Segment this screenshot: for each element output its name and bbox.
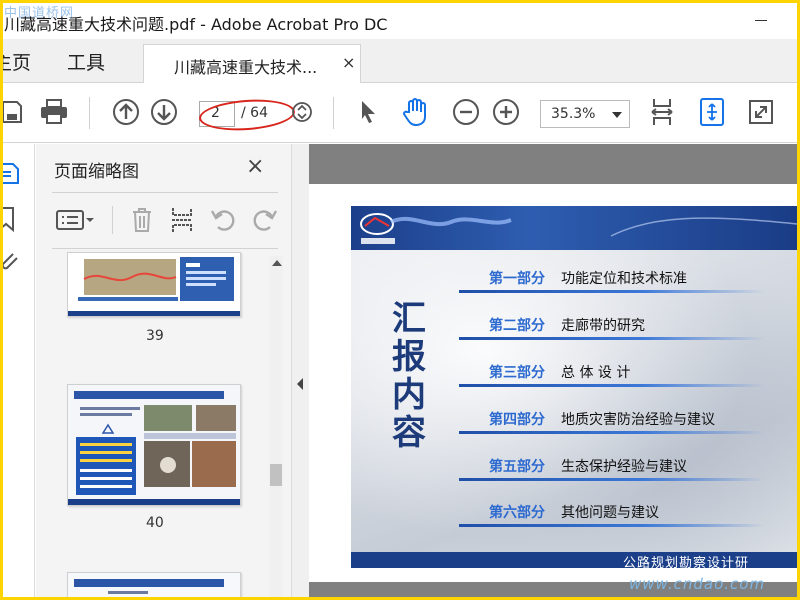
scrollbar-thumb[interactable] [270, 464, 282, 486]
toc-underline [459, 524, 765, 527]
document-tab[interactable]: 川藏高速重大技术... × [143, 44, 361, 83]
delete-page-icon[interactable] [127, 206, 157, 234]
title-char: 汇 [392, 299, 426, 339]
select-cursor-icon[interactable] [353, 97, 383, 127]
toc-part-number: 第四部分 [489, 412, 545, 428]
toc-part-number: 第五部分 [489, 459, 545, 475]
page-thumbnail[interactable] [67, 572, 241, 597]
toc-part-number: 第三部分 [489, 365, 545, 381]
thumbnail-page-number: 39 [146, 328, 164, 344]
rotate-left-icon[interactable] [208, 206, 238, 234]
slide-footer-text: 公路规划勘察设计研 [623, 556, 750, 568]
thumbnail-41-preview [68, 573, 240, 597]
toc-item: 第三部分 总 体 设 计 [459, 362, 765, 396]
zoom-level-select[interactable]: 35.3% [540, 100, 630, 128]
scroll-up-icon[interactable] [272, 260, 282, 266]
toc-part-number: 第六部分 [489, 505, 545, 521]
thumbnail-options-icon[interactable] [54, 206, 96, 234]
thumbnail-pane: 页面缩略图 × 39 40 [36, 144, 291, 597]
slide-header-banner [351, 206, 797, 250]
toc-item: 第六部分 其他问题与建议 [459, 502, 765, 536]
document-view[interactable]: 汇 报 内 容 第一部分 功能定位和技术标准 第二部分 走廊带的研究 第三部分 [309, 144, 797, 597]
slide-big-title: 汇 报 内 容 [389, 300, 429, 452]
window-title: 川藏高速重大技术问题.pdf - Adobe Acrobat Pro DC [4, 15, 388, 34]
watermark-bottom: www.cndao.com [629, 575, 766, 593]
page-thumbnails-icon[interactable] [3, 160, 21, 186]
divider [52, 248, 278, 249]
toolbar-separator [89, 97, 90, 129]
toc-item: 第一部分 功能定位和技术标准 [459, 268, 765, 302]
tab-row: 主页 工具 川藏高速重大技术... × [3, 39, 797, 83]
title-char: 内 [392, 375, 426, 415]
toc-part-title: 功能定位和技术标准 [561, 271, 687, 287]
slide: 汇 报 内 容 第一部分 功能定位和技术标准 第二部分 走廊带的研究 第三部分 [351, 206, 797, 568]
toolbar-separator [112, 206, 113, 234]
bookmark-icon[interactable] [3, 206, 21, 233]
thumbnail-40-preview [68, 385, 240, 505]
pane-close-icon[interactable]: × [246, 154, 264, 179]
print-icon[interactable] [39, 97, 69, 127]
menu-tools[interactable]: 工具 [67, 48, 105, 75]
toolbar: 2 / 64 35.3% [3, 83, 797, 143]
toc-item: 第五部分 生态保护经验与建议 [459, 456, 765, 490]
zoom-value: 35.3% [551, 106, 596, 122]
pane-collapse-handle[interactable] [291, 144, 309, 597]
title-bar: 中国道桥网 川藏高速重大技术问题.pdf - Adobe Acrobat Pro… [3, 3, 797, 39]
toc-part-title: 生态保护经验与建议 [561, 459, 687, 475]
document-tab-label: 川藏高速重大技术... [174, 58, 318, 77]
title-char: 容 [392, 413, 426, 453]
attachment-icon[interactable] [3, 248, 21, 274]
title-char: 报 [392, 337, 426, 377]
next-page-icon[interactable] [149, 97, 179, 127]
toc-underline [459, 337, 765, 340]
hand-tool-icon[interactable] [401, 97, 431, 127]
toc-item: 第四部分 地质灾害防治经验与建议 [459, 409, 765, 443]
zoom-out-icon[interactable] [451, 97, 481, 127]
toc-underline [459, 478, 765, 481]
page-thumbnail[interactable] [67, 252, 241, 317]
tab-close-icon[interactable]: × [342, 53, 355, 72]
fit-page-icon[interactable] [697, 97, 727, 127]
previous-page-icon[interactable] [111, 97, 141, 127]
toc-part-title: 走廊带的研究 [561, 318, 645, 334]
thumbnail-39-preview [68, 253, 240, 316]
thumbnail-scrollbar[interactable] [269, 256, 283, 597]
toc-part-number: 第一部分 [489, 271, 545, 287]
scho-logo-icon [360, 213, 797, 244]
page-thumbnail[interactable] [67, 384, 241, 506]
toolbar-separator [333, 97, 334, 129]
slide-footer-banner: 公路规划勘察设计研 [351, 552, 797, 568]
left-rail [3, 144, 35, 597]
collapse-left-icon[interactable] [297, 378, 303, 390]
toc-part-number: 第二部分 [489, 318, 545, 334]
divider [52, 192, 278, 193]
pdf-page: 汇 报 内 容 第一部分 功能定位和技术标准 第二部分 走廊带的研究 第三部分 [309, 184, 797, 582]
minimize-icon[interactable] [755, 20, 767, 21]
toc-part-title: 其他问题与建议 [561, 505, 659, 521]
acrobat-window: 中国道桥网 川藏高速重大技术问题.pdf - Adobe Acrobat Pro… [3, 3, 797, 597]
toc-part-title: 总 体 设 计 [561, 365, 631, 381]
toc-underline [459, 431, 765, 434]
rotate-right-icon[interactable] [250, 206, 280, 234]
toc-underline [459, 384, 765, 387]
toc-part-title: 地质灾害防治经验与建议 [561, 412, 715, 428]
toc-underline [459, 290, 765, 293]
extract-pages-icon[interactable] [167, 206, 197, 234]
menu-home[interactable]: 主页 [3, 48, 31, 75]
chevron-down-icon [612, 112, 622, 118]
thumbnail-page-number: 40 [146, 515, 164, 531]
fullscreen-icon[interactable] [746, 97, 776, 127]
pane-title: 页面缩略图 [54, 162, 139, 182]
fit-width-icon[interactable] [647, 97, 677, 127]
save-icon[interactable] [3, 97, 27, 127]
zoom-in-icon[interactable] [491, 97, 521, 127]
toc-item: 第二部分 走廊带的研究 [459, 315, 765, 349]
page-stepper-icon[interactable] [287, 97, 317, 127]
